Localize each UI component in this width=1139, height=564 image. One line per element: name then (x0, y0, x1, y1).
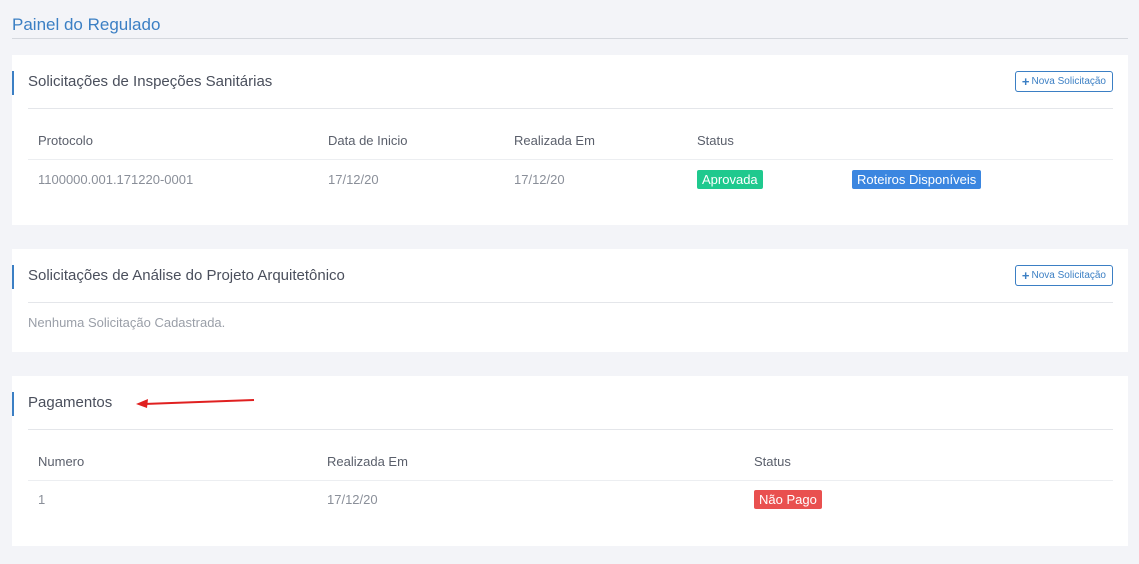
column-header-protocolo: Protocolo (38, 133, 93, 148)
cell-protocolo: 1100000.001.171220-0001 (38, 172, 194, 187)
inspections-card-title: Solicitações de Inspeções Sanitárias (28, 73, 273, 90)
cell-numero: 1 (38, 492, 46, 507)
roteiros-disponiveis-button[interactable]: Roteiros Disponíveis (852, 170, 982, 189)
status-badge-approved: Aprovada (697, 170, 763, 189)
new-architecture-button-label: Nova Solicitação (1031, 270, 1106, 281)
architecture-card-header: Solicitações de Análise do Projeto Arqui… (12, 249, 1128, 303)
cell-realizada-em: 17/12/20 (514, 172, 565, 187)
architecture-card-title: Solicitações de Análise do Projeto Arqui… (28, 267, 345, 284)
cell-realizada-em: 17/12/20 (327, 492, 378, 507)
card-divider (28, 302, 1113, 303)
card-divider (28, 429, 1113, 430)
architecture-card: Solicitações de Análise do Projeto Arqui… (12, 249, 1128, 352)
column-header-realizada-em: Realizada Em (514, 133, 595, 148)
page-title: Painel do Regulado (12, 15, 161, 34)
accent-bar (12, 392, 14, 416)
new-inspection-button-label: Nova Solicitação (1031, 76, 1106, 87)
inspections-card-header: Solicitações de Inspeções Sanitárias + N… (12, 55, 1128, 109)
column-header-realizada-em: Realizada Em (327, 454, 408, 469)
plus-icon: + (1021, 74, 1030, 89)
inspections-card: Solicitações de Inspeções Sanitárias + N… (12, 55, 1128, 225)
status-badge-unpaid: Não Pago (754, 490, 822, 509)
accent-bar (12, 71, 14, 95)
new-architecture-button[interactable]: + Nova Solicitação (1014, 265, 1113, 286)
card-divider (28, 108, 1113, 109)
column-header-numero: Numero (38, 454, 85, 469)
column-header-data-inicio: Data de Inicio (328, 133, 408, 148)
new-inspection-button[interactable]: + Nova Solicitação (1014, 71, 1113, 92)
column-header-status: Status (697, 133, 734, 148)
red-arrow-annotation (136, 399, 255, 408)
table-header-rule (28, 159, 1113, 160)
table-header-rule (28, 480, 1113, 481)
column-header-status: Status (754, 454, 791, 469)
cell-data-inicio: 17/12/20 (328, 172, 379, 187)
title-divider (12, 38, 1128, 39)
payments-card-title: Pagamentos (28, 394, 113, 411)
accent-bar (12, 265, 14, 289)
empty-message: Nenhuma Solicitação Cadastrada. (28, 315, 226, 330)
plus-icon: + (1021, 268, 1030, 283)
